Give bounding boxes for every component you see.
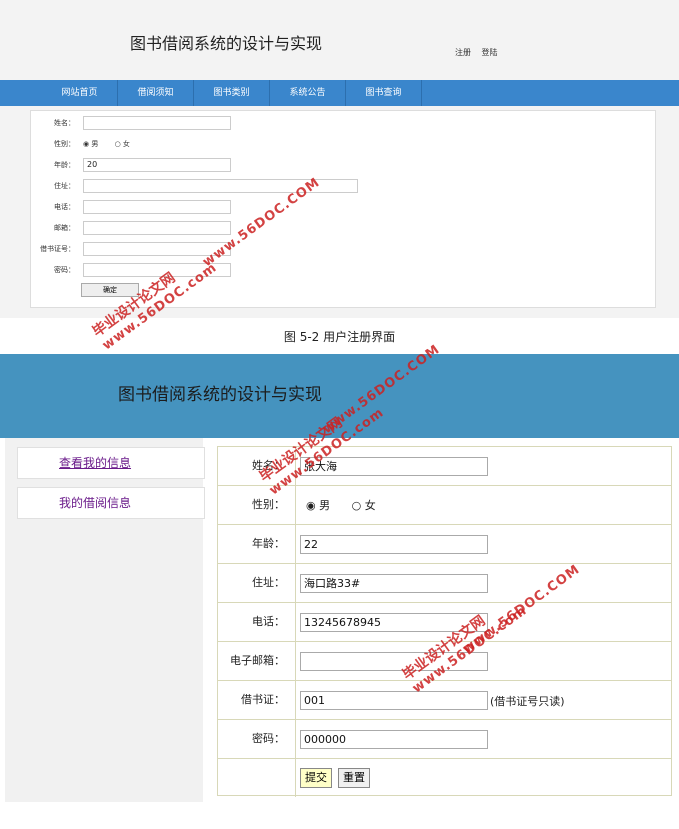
card-input: 001 bbox=[300, 691, 488, 710]
gender-label: 性别： bbox=[54, 140, 75, 148]
email-label: 邮箱： bbox=[54, 224, 75, 232]
site-title: 图书借阅系统的设计与实现 bbox=[130, 34, 323, 53]
address-label: 住址： bbox=[218, 564, 296, 602]
email-input[interactable] bbox=[83, 221, 231, 235]
age-label: 年龄： bbox=[218, 525, 296, 563]
gender-male-radio[interactable]: ◉ 男 bbox=[306, 499, 330, 512]
address-label: 住址： bbox=[54, 182, 75, 190]
phone-input[interactable] bbox=[83, 200, 231, 214]
gender-female-radio[interactable]: ○ 女 bbox=[352, 499, 376, 512]
sidebar-item-my-borrow[interactable]: 我的借阅信息 bbox=[17, 487, 205, 519]
name-input[interactable] bbox=[83, 116, 231, 130]
age-input[interactable]: 22 bbox=[300, 535, 488, 554]
nav-bar: 网站首页 借阅须知 图书类别 系统公告 图书查询 bbox=[0, 80, 679, 106]
user-info-form: 姓名： 张大海 性别： ◉ 男 ○ 女 年龄： 22 住址： 海口路33# 电话… bbox=[217, 446, 672, 797]
login-link[interactable]: 登陆 bbox=[482, 48, 498, 57]
password-label: 密码： bbox=[54, 266, 75, 274]
name-label: 姓名： bbox=[54, 119, 75, 127]
nav-borrow-rules[interactable]: 借阅须知 bbox=[118, 80, 194, 106]
gender-male-radio[interactable]: ◉ 男 bbox=[83, 140, 98, 148]
nav-announcement[interactable]: 系统公告 bbox=[270, 80, 346, 106]
gender-radio-group: ◉ 男 ○ 女 bbox=[83, 138, 144, 150]
reset-button[interactable]: 重置 bbox=[338, 768, 370, 788]
nav-book-category[interactable]: 图书类别 bbox=[194, 80, 270, 106]
submit-button[interactable]: 提交 bbox=[300, 768, 332, 788]
card-label: 借书证号： bbox=[40, 245, 75, 253]
header-links: 注册 登陆 bbox=[455, 47, 506, 58]
age-label: 年龄： bbox=[54, 161, 75, 169]
age-input[interactable]: 20 bbox=[83, 158, 231, 172]
site-title: 图书借阅系统的设计与实现 bbox=[118, 385, 322, 405]
nav-home[interactable]: 网站首页 bbox=[42, 80, 118, 106]
register-form: 姓名： 性别： ◉ 男 ○ 女 年龄： 20 住址： 电话： 邮箱： 借书证号： bbox=[30, 110, 656, 308]
actions-label-cell bbox=[218, 759, 296, 797]
register-link[interactable]: 注册 bbox=[455, 48, 471, 57]
sidebar: 查看我的信息 我的借阅信息 bbox=[5, 438, 205, 802]
nav-book-search[interactable]: 图书查询 bbox=[346, 80, 422, 106]
sidebar-item-my-info[interactable]: 查看我的信息 bbox=[17, 447, 205, 479]
header: 图书借阅系统的设计与实现 注册 登陆 bbox=[0, 0, 679, 80]
card-label: 借书证： bbox=[218, 681, 296, 719]
gender-radio-group: ◉ 男 ○ 女 bbox=[306, 497, 394, 513]
gender-female-radio[interactable]: ○ 女 bbox=[115, 140, 130, 148]
password-input[interactable]: 000000 bbox=[300, 730, 488, 749]
phone-label: 电话： bbox=[54, 203, 75, 211]
email-label: 电子邮箱： bbox=[218, 642, 296, 680]
card-readonly-note: (借书证号只读) bbox=[490, 695, 565, 708]
password-label: 密码： bbox=[218, 720, 296, 758]
address-input[interactable]: 海口路33# bbox=[300, 574, 488, 593]
phone-label: 电话： bbox=[218, 603, 296, 641]
registration-screenshot: 图书借阅系统的设计与实现 注册 登陆 网站首页 借阅须知 图书类别 系统公告 图… bbox=[0, 0, 679, 318]
